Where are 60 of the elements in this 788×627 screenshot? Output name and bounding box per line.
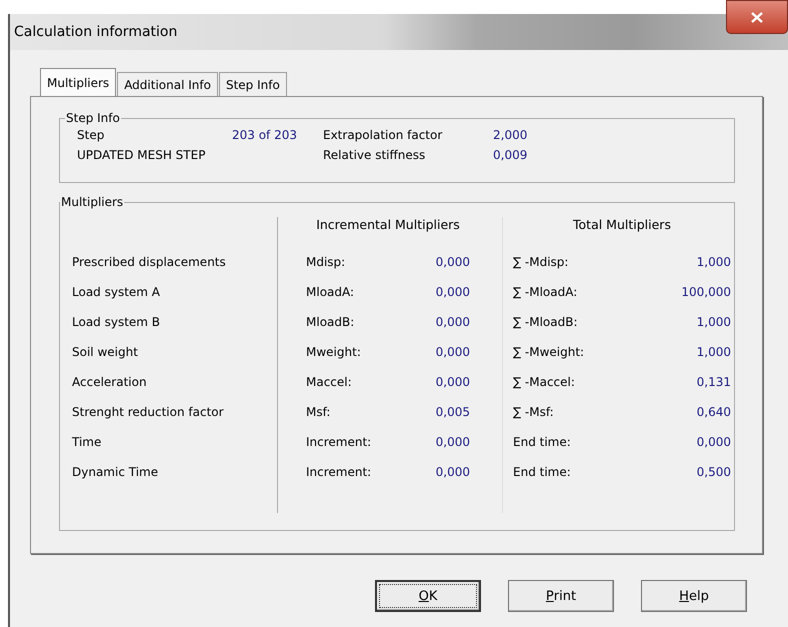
field-label: End time: (513, 465, 571, 479)
field-label: ∑ -Mdisp: (513, 255, 568, 269)
row-label: Prescribed displacements (72, 255, 226, 269)
field-label: Msf: (306, 405, 330, 419)
field-value: 2,000 (493, 128, 528, 142)
field-value: 0,640 (696, 405, 731, 419)
field-label: Relative stiffness (323, 148, 426, 162)
tab[interactable]: Additional Info (117, 72, 218, 96)
field-value: 0,000 (436, 315, 470, 329)
field-value: 203 of 203 (230, 128, 297, 142)
field-label: Mdisp: (306, 255, 346, 269)
column-heading: Total Multipliers (573, 217, 671, 232)
field-label: Extrapolation factor (323, 128, 444, 142)
row-label: Load system A (72, 285, 160, 299)
group-title: Multipliers (60, 195, 124, 209)
field-value: 0,000 (436, 255, 470, 269)
field-label: ∑ -Mweight: (513, 345, 584, 359)
field-label: MloadA: (306, 285, 354, 299)
field-label: ∑ -MloadB: (513, 315, 578, 329)
field-label: Maccel: (306, 375, 352, 389)
tab[interactable]: Step Info (218, 72, 287, 96)
field-label: MloadB: (306, 315, 354, 329)
close-icon (751, 12, 763, 22)
column-heading: Incremental Multipliers (316, 217, 460, 232)
field-value: 0,000 (436, 465, 470, 479)
field-label: Increment: (306, 465, 372, 479)
field-value: 1,000 (696, 315, 731, 329)
field-value: 0,500 (696, 465, 731, 479)
field-label: Mweight: (306, 345, 361, 359)
field-label: End time: (513, 435, 571, 449)
field-label: ∑ -MloadA: (513, 285, 578, 299)
row-label: Time (72, 435, 102, 449)
field-label: Increment: (306, 435, 372, 449)
field-value: 0,000 (696, 435, 731, 449)
dialog-button[interactable]: Help (641, 580, 747, 612)
field-value: 100,000 (681, 285, 731, 299)
field-value: 0,000 (436, 285, 470, 299)
field-value: 1,000 (696, 345, 731, 359)
tab[interactable]: Multipliers (40, 68, 116, 96)
field-label: Step (77, 128, 106, 142)
field-value: 0,005 (436, 405, 470, 419)
field-value: 0,000 (436, 345, 470, 359)
dialog-button[interactable]: OK (375, 580, 481, 612)
field-label: ∑ -Msf: (513, 405, 554, 419)
row-label: Soil weight (72, 345, 138, 359)
field-label: UPDATED MESH STEP (77, 148, 206, 162)
group-title: Step Info (65, 111, 121, 125)
row-label: Acceleration (72, 375, 147, 389)
close-button[interactable] (726, 0, 788, 34)
field-value: 0,131 (696, 375, 731, 389)
field-value: 0,009 (493, 148, 528, 162)
field-value: 1,000 (696, 255, 731, 269)
dialog-button[interactable]: Print (508, 580, 614, 612)
field-label: ∑ -Maccel: (513, 375, 575, 389)
row-label: Strenght reduction factor (72, 405, 224, 419)
window-title: Calculation information (13, 24, 178, 40)
field-value: 0,000 (436, 375, 470, 389)
row-label: Load system B (72, 315, 160, 329)
field-value: 0,000 (436, 435, 470, 449)
row-label: Dynamic Time (72, 465, 158, 479)
